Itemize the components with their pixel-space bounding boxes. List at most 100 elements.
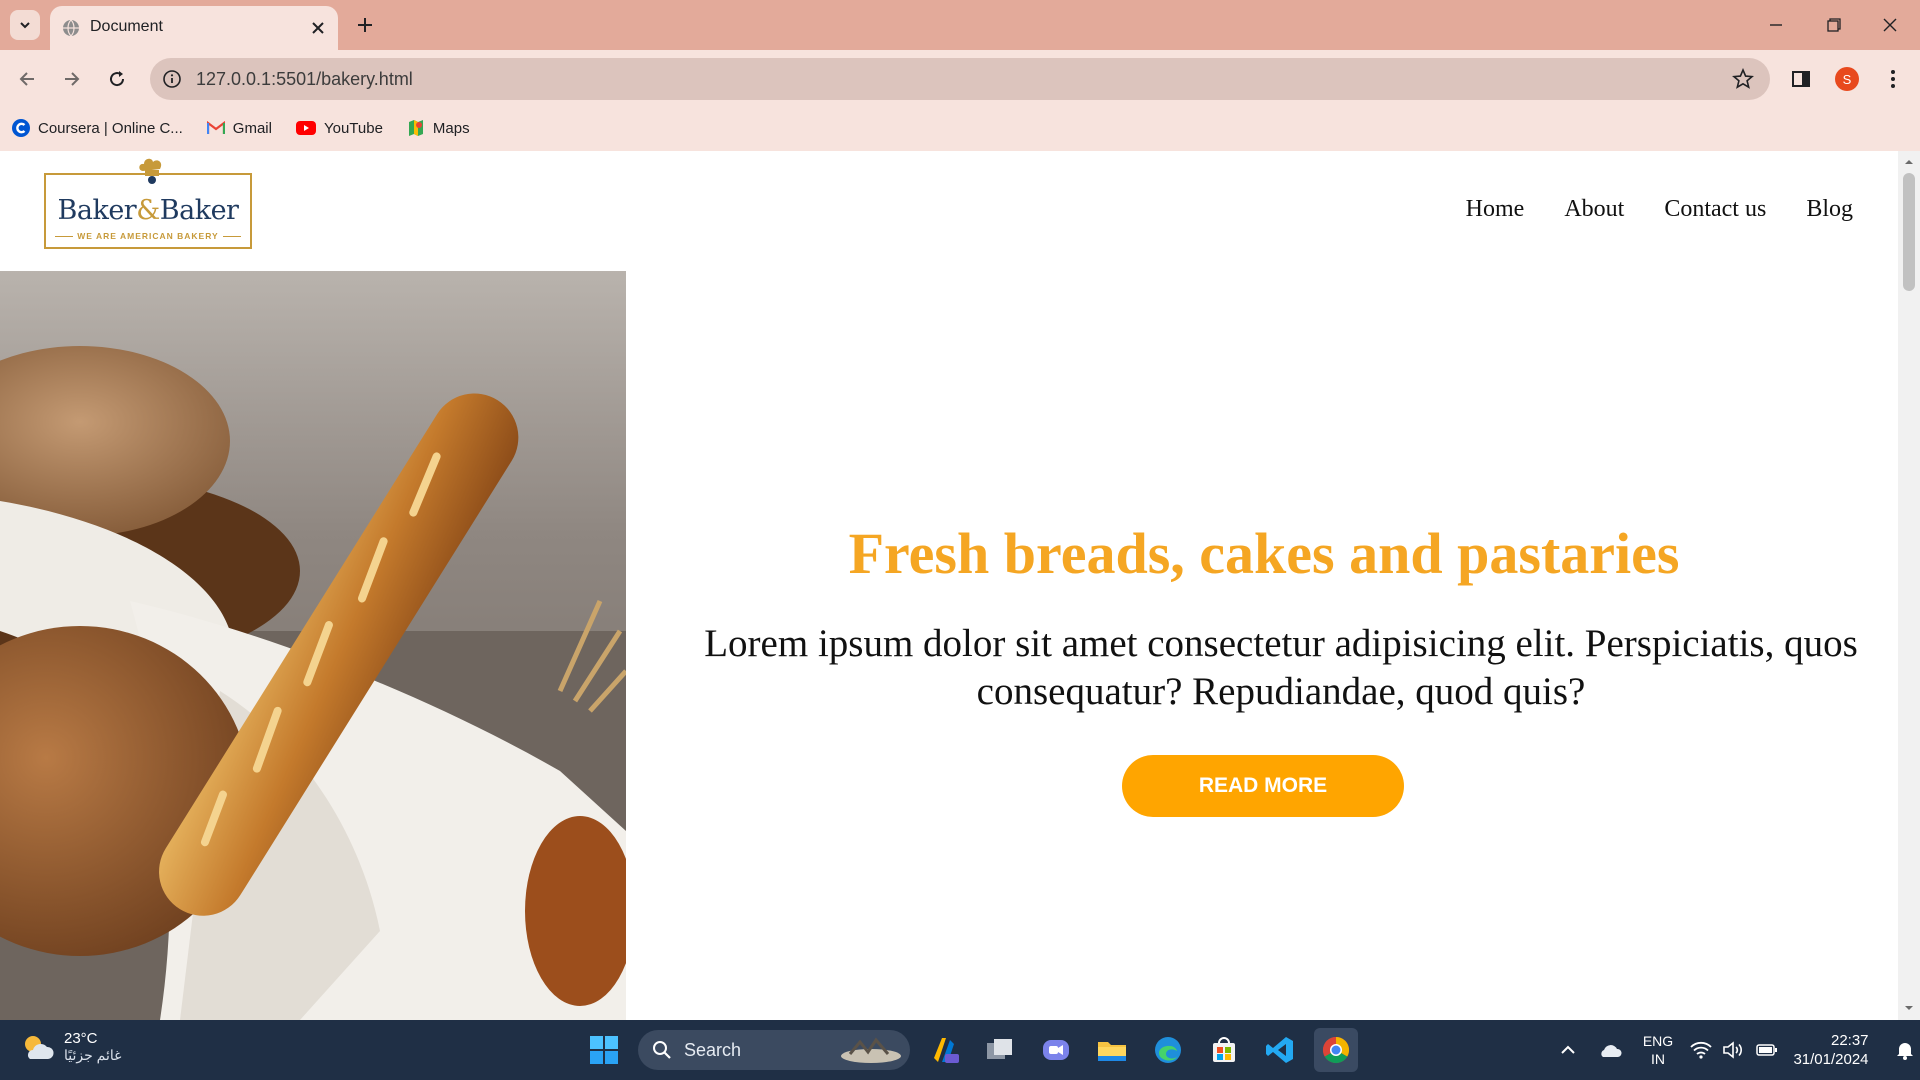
logo-wordmark: Baker&Baker <box>46 195 250 226</box>
wifi-tray[interactable] <box>1684 1020 1718 1080</box>
battery-tray[interactable] <box>1748 1020 1786 1080</box>
taskbar-vscode[interactable] <box>1258 1028 1302 1072</box>
restore-icon <box>1827 18 1841 32</box>
side-panel-button[interactable] <box>1784 62 1818 96</box>
tab-title: Document <box>90 18 163 35</box>
back-button[interactable] <box>10 62 44 96</box>
chef-hat-icon <box>139 158 162 184</box>
reload-icon <box>110 71 125 87</box>
restore-button[interactable] <box>1814 8 1854 42</box>
scroll-up-icon[interactable] <box>1904 157 1914 167</box>
address-bar[interactable]: 127.0.0.1:5501/bakery.html <box>150 58 1770 100</box>
chevron-down-icon <box>20 22 30 29</box>
clock[interactable]: 22:37 31/01/2024 <box>1786 1020 1876 1080</box>
site-logo[interactable]: Baker&Baker WE ARE AMERICAN BAKERY <box>44 158 252 249</box>
system-tray: ENG IN 22:37 31/01/2024 <box>1548 1020 1920 1080</box>
nav-blog[interactable]: Blog <box>1806 196 1853 223</box>
bookmark-maps[interactable]: Maps <box>395 113 482 143</box>
scroll-down-icon[interactable] <box>1904 1003 1914 1013</box>
profile-button[interactable]: S <box>1830 62 1864 96</box>
taskbar-teams[interactable] <box>1034 1028 1078 1072</box>
logo-tagline: WE ARE AMERICAN BAKERY <box>46 231 250 241</box>
taskbar-copilot[interactable] <box>922 1028 966 1072</box>
language-indicator[interactable]: ENG IN <box>1632 1020 1684 1080</box>
wifi-icon <box>1690 1041 1712 1059</box>
bookmark-label: Coursera | Online C... <box>38 119 183 137</box>
partly-cloudy-icon <box>25 1036 54 1059</box>
gmail-icon <box>206 121 225 134</box>
weather-temperature: 23°C <box>64 1030 98 1047</box>
bell-icon <box>1897 1043 1913 1060</box>
hero-bread-image <box>0 271 626 1020</box>
logo-name-right: Baker <box>159 195 239 226</box>
star-icon[interactable] <box>1732 68 1754 90</box>
taskbar-search[interactable]: Search <box>638 1030 910 1070</box>
browser-tabstrip: Document <box>0 0 1920 50</box>
nav-about[interactable]: About <box>1564 196 1624 223</box>
maps-icon <box>408 120 423 136</box>
youtube-icon <box>295 121 316 135</box>
windows-icon <box>590 1036 618 1064</box>
cloud-icon <box>1601 1045 1622 1057</box>
search-icon <box>653 1041 671 1059</box>
notifications-button[interactable] <box>1890 1020 1920 1080</box>
bookmarks-bar: Coursera | Online C... Gmail YouTube Map… <box>0 112 482 144</box>
bookmark-youtube[interactable]: YouTube <box>284 113 395 143</box>
close-tab-icon[interactable] <box>308 18 328 38</box>
taskbar-task-view[interactable] <box>978 1028 1022 1072</box>
page-scrollbar[interactable] <box>1898 151 1920 1020</box>
coursera-icon <box>12 119 30 137</box>
url-text[interactable]: 127.0.0.1:5501/bakery.html <box>196 69 413 90</box>
menu-button[interactable] <box>1876 62 1910 96</box>
hero-headline: Fresh breads, cakes and pastaries <box>848 521 1680 586</box>
store-icon <box>1213 1037 1235 1062</box>
bookmark-gmail[interactable]: Gmail <box>195 113 284 143</box>
minimize-button[interactable] <box>1756 8 1796 42</box>
close-icon <box>1883 18 1897 32</box>
chrome-icon <box>1322 1036 1350 1064</box>
taskbar-edge[interactable] <box>1146 1028 1190 1072</box>
search-label: Search <box>684 1039 742 1060</box>
volume-tray[interactable] <box>1718 1020 1748 1080</box>
read-more-button[interactable]: READ MORE <box>1122 755 1404 817</box>
close-window-button[interactable] <box>1870 8 1910 42</box>
reload-button[interactable] <box>100 62 134 96</box>
bookmark-label: Gmail <box>232 119 272 137</box>
side-panel-icon <box>1792 71 1810 87</box>
weather-widget[interactable]: 23°C غائم جزئيًا <box>20 1030 121 1064</box>
browser-tab[interactable]: Document <box>50 6 338 50</box>
new-tab-button[interactable] <box>352 12 378 38</box>
tab-search-button[interactable] <box>10 10 40 40</box>
chevron-up-icon <box>1561 1045 1575 1054</box>
taskbar-chrome[interactable] <box>1314 1028 1358 1072</box>
site-nav: Home About Contact us Blog <box>1466 196 1853 223</box>
bookmark-coursera[interactable]: Coursera | Online C... <box>0 113 195 143</box>
forward-button[interactable] <box>55 62 89 96</box>
search-highlight-icon <box>841 1037 901 1063</box>
arrow-left-icon <box>19 72 34 86</box>
bookmark-label: Maps <box>432 119 470 137</box>
site-info-icon[interactable] <box>162 69 182 89</box>
taskbar-file-explorer[interactable] <box>1090 1028 1134 1072</box>
clock-date: 31/01/2024 <box>1793 1051 1869 1068</box>
more-vertical-icon <box>1891 70 1895 88</box>
copilot-icon <box>934 1038 959 1063</box>
task-view-icon <box>987 1039 1012 1059</box>
start-button[interactable] <box>582 1028 626 1072</box>
nav-contact[interactable]: Contact us <box>1664 196 1766 223</box>
globe-icon <box>63 19 79 37</box>
minimize-icon <box>1770 24 1782 26</box>
onedrive-tray[interactable] <box>1588 1020 1632 1080</box>
show-hidden-icons-button[interactable] <box>1548 1020 1588 1080</box>
edge-icon <box>1155 1037 1181 1063</box>
avatar: S <box>1835 67 1859 91</box>
hero-description: Lorem ipsum dolor sit amet consectetur a… <box>704 622 1858 713</box>
hero-section: Fresh breads, cakes and pastaries Lorem … <box>626 271 1898 1020</box>
logo-ampersand: & <box>136 195 160 226</box>
arrow-right-icon <box>65 72 80 86</box>
taskbar-store[interactable] <box>1202 1028 1246 1072</box>
taskbar-apps: Search <box>582 1028 1358 1072</box>
bookmark-label: YouTube <box>323 119 383 137</box>
nav-home[interactable]: Home <box>1466 196 1525 223</box>
scrollbar-thumb[interactable] <box>1903 173 1915 291</box>
